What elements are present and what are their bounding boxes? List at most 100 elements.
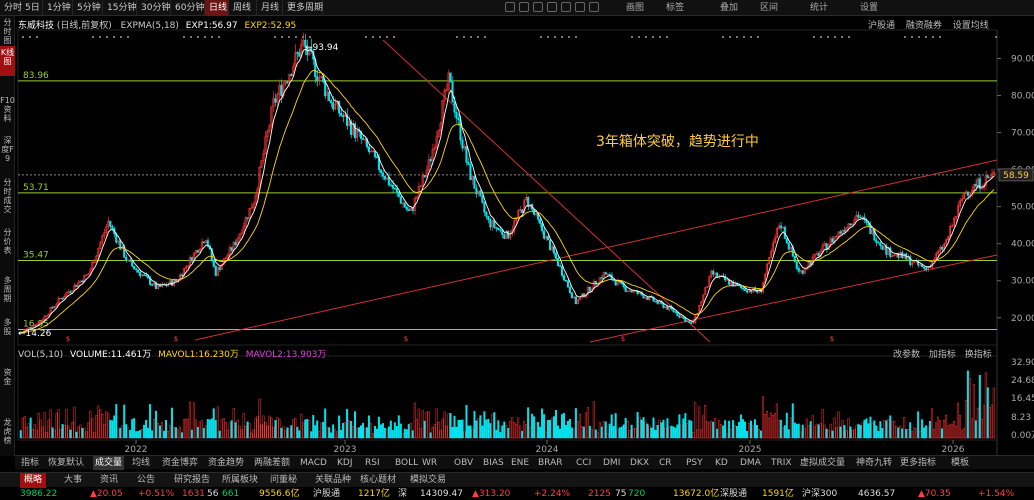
indicator-tab[interactable]: KDJ xyxy=(337,456,353,470)
candle-body xyxy=(395,188,398,193)
indicator-tab[interactable]: RSI xyxy=(365,456,380,470)
indicator-tab[interactable]: CCI xyxy=(576,456,591,470)
volume-tick-label: 32.90 xyxy=(1011,358,1034,368)
info-dot xyxy=(274,36,276,38)
bottom-tab[interactable]: 研究报告 xyxy=(170,473,214,488)
candle-body xyxy=(143,274,146,276)
bottom-tab[interactable]: 核心题材 xyxy=(356,473,400,488)
indicator-tab[interactable]: 两融差额 xyxy=(254,456,290,470)
volume-bar xyxy=(720,424,723,439)
indicator-tab[interactable]: 模板 xyxy=(951,456,969,470)
bottom-tab[interactable]: 关联品种 xyxy=(311,473,355,488)
volume-bar xyxy=(479,415,482,439)
info-dot xyxy=(939,36,941,38)
volume-bar xyxy=(857,423,860,439)
volume-bar xyxy=(401,433,404,439)
volume-bar xyxy=(361,422,364,439)
add-indicator-link[interactable]: 加指标 xyxy=(929,350,956,360)
candle-body xyxy=(280,85,283,97)
level-label: 53.71 xyxy=(23,183,49,193)
indicator-tab[interactable]: 神奇九转 xyxy=(856,456,892,470)
volume-bar xyxy=(831,430,834,439)
candle-body xyxy=(642,294,645,299)
candle-body xyxy=(843,230,846,232)
volume-bar xyxy=(89,410,92,439)
info-dot xyxy=(540,36,542,38)
volume-bar xyxy=(545,431,548,439)
volume-bar xyxy=(622,424,625,439)
volume-bar xyxy=(855,425,858,439)
volume-bar xyxy=(781,427,784,439)
indicator-tab[interactable]: CR xyxy=(659,456,672,470)
kline-chart[interactable]: 90.0080.0070.0060.0050.0040.0030.0020.00… xyxy=(0,0,1034,470)
volume-bar xyxy=(202,428,205,439)
indicator-tab[interactable]: 成交量 xyxy=(93,456,125,470)
candle-body xyxy=(212,259,215,267)
volume-bar xyxy=(632,428,635,439)
volume-bar xyxy=(600,426,603,439)
indicator-tab[interactable]: 指标 xyxy=(21,456,39,470)
candle-body xyxy=(676,311,679,316)
bottom-tab[interactable]: 问董秘 xyxy=(266,473,301,488)
indicator-tab[interactable]: ENE xyxy=(511,456,529,470)
volume-bar xyxy=(507,428,510,439)
indicator-tab[interactable]: DKX xyxy=(630,456,649,470)
indicator-tab[interactable]: DMA xyxy=(740,456,761,470)
indicator-tab[interactable]: DMI xyxy=(603,456,620,470)
volume-bar xyxy=(49,409,52,439)
indicator-tab[interactable]: WR xyxy=(422,456,437,470)
volume-bar xyxy=(847,418,850,439)
current-price-label: 58.59 xyxy=(1003,171,1029,181)
indicator-tab[interactable]: 资金博弈 xyxy=(162,456,198,470)
volume-bar xyxy=(377,416,380,439)
volume-bar xyxy=(135,431,138,439)
info-dot xyxy=(106,36,108,38)
volume-bar xyxy=(35,430,38,439)
indicator-tab[interactable]: PSY xyxy=(686,456,703,470)
candle-body xyxy=(574,296,577,305)
edit-params-link[interactable]: 改参数 xyxy=(893,350,920,360)
indicator-tab[interactable]: 均线 xyxy=(132,456,150,470)
volume-bar xyxy=(469,425,472,439)
bottom-tab[interactable]: 概略 xyxy=(20,473,47,488)
vol-indicator[interactable]: VOL(5,10) xyxy=(18,350,63,360)
indicator-tab[interactable]: BOLL xyxy=(395,456,418,470)
ticker-value: ▲70.35 xyxy=(918,489,951,499)
indicator-tab[interactable]: MACD xyxy=(300,456,327,470)
candle-body xyxy=(501,229,504,235)
bottom-tab[interactable]: 大事 xyxy=(60,473,86,488)
volume-bar xyxy=(769,412,772,439)
volume-bar xyxy=(224,422,227,439)
indicator-tab[interactable]: KD xyxy=(715,456,728,470)
volume-bar xyxy=(174,427,177,439)
volume-bar xyxy=(176,429,179,439)
bottom-tab[interactable]: 公告 xyxy=(133,473,159,488)
volume-bar xyxy=(578,414,581,439)
volume-bar xyxy=(584,412,587,439)
indicator-tab[interactable]: 资金趋势 xyxy=(208,456,244,470)
volume-bar xyxy=(182,419,185,439)
volume-bar xyxy=(190,429,193,439)
candle-body xyxy=(741,287,745,290)
indicator-tab[interactable]: 更多指标 xyxy=(900,456,936,470)
indicator-tab[interactable]: BIAS xyxy=(483,456,504,470)
indicator-tab[interactable]: OBV xyxy=(454,456,473,470)
candle-body xyxy=(801,270,804,274)
volume-bar xyxy=(954,426,957,439)
indicator-tab[interactable]: 虚拟成交量 xyxy=(800,456,845,470)
volume-bar xyxy=(533,416,536,439)
indicator-tab[interactable]: BRAR xyxy=(538,456,562,470)
volume-bar xyxy=(447,413,450,439)
volume-bar xyxy=(535,423,538,439)
switch-indicator-link[interactable]: 换指标 xyxy=(965,350,992,360)
indicator-tab[interactable]: 恢复默认 xyxy=(48,456,84,470)
volume-bar xyxy=(137,431,140,439)
indicator-tab[interactable]: TRIX xyxy=(771,456,792,470)
bottom-tab[interactable]: 资讯 xyxy=(96,473,122,488)
candle-body xyxy=(145,274,148,277)
volume-bar xyxy=(982,405,985,439)
candle-body xyxy=(921,264,924,268)
volume-bar xyxy=(738,421,741,439)
bottom-tab[interactable]: 模拟交易 xyxy=(406,473,450,488)
bottom-tab[interactable]: 所属板块 xyxy=(218,473,262,488)
